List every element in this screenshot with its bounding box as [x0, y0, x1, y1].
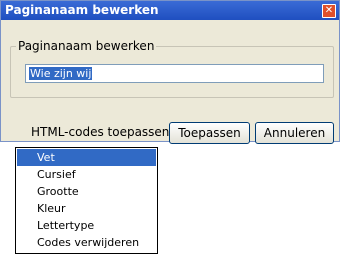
close-icon[interactable]: ✕: [322, 4, 336, 18]
menu-item-remove-codes[interactable]: Codes verwijderen: [17, 234, 156, 251]
menu-item-italic[interactable]: Cursief: [17, 166, 156, 183]
html-codes-button[interactable]: HTML-codes toepassen: [31, 125, 169, 139]
html-codes-menu: Vet Cursief Grootte Kleur Lettertype Cod…: [15, 147, 158, 254]
edit-page-name-dialog: Paginanaam bewerken ✕ Paginanaam bewerke…: [0, 0, 340, 144]
group-legend: Paginanaam bewerken: [16, 39, 157, 53]
page-name-input-value: Wie zijn wij: [29, 67, 93, 80]
page-name-input[interactable]: Wie zijn wij: [25, 64, 324, 83]
title-bar[interactable]: Paginanaam bewerken ✕: [1, 1, 339, 20]
cancel-button[interactable]: Annuleren: [255, 122, 334, 144]
dialog-title: Paginanaam bewerken: [5, 3, 159, 17]
menu-item-bold[interactable]: Vet: [17, 149, 156, 166]
menu-item-font[interactable]: Lettertype: [17, 217, 156, 234]
menu-item-color[interactable]: Kleur: [17, 200, 156, 217]
menu-item-size[interactable]: Grootte: [17, 183, 156, 200]
apply-button[interactable]: Toepassen: [169, 122, 250, 144]
